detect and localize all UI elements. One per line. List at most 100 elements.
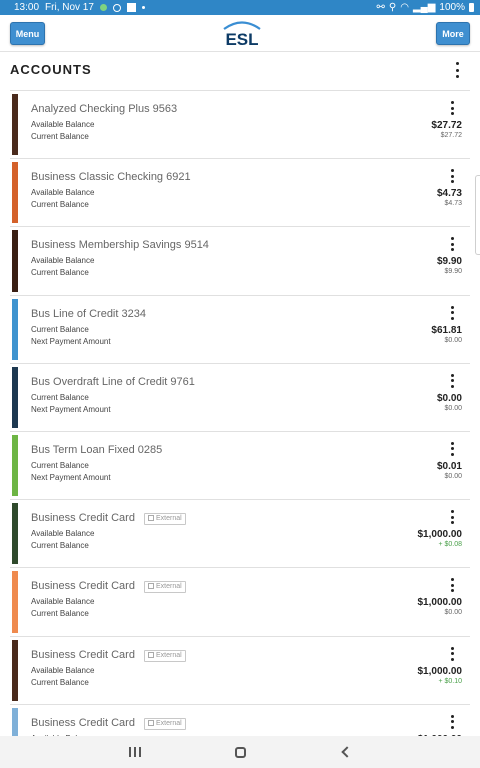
balance-label-primary: Current Balance	[31, 392, 89, 402]
more-notifications-icon	[141, 6, 145, 9]
account-color-bar	[12, 230, 18, 292]
esl-logo: ESL	[223, 21, 261, 49]
external-badge-label: External	[156, 583, 182, 591]
balance-label-primary: Available Balance	[31, 665, 95, 675]
account-row[interactable]: Business Credit Card External Available …	[10, 637, 470, 705]
account-options-icon[interactable]	[447, 441, 457, 456]
balance-value-secondary: $0.00	[444, 336, 462, 344]
account-color-bar	[12, 162, 18, 224]
info-icon	[112, 3, 121, 12]
battery-icon	[469, 3, 474, 12]
app-header: Menu ESL More	[0, 15, 480, 52]
external-link-icon	[148, 515, 154, 522]
balance-label-secondary: Next Payment Amount	[31, 472, 111, 482]
external-badge: External	[144, 513, 186, 526]
account-options-icon[interactable]	[447, 305, 457, 320]
account-color-bar	[12, 503, 18, 565]
balance-value-primary: $27.72	[431, 120, 462, 131]
more-button[interactable]: More	[436, 22, 470, 45]
account-options-icon[interactable]	[447, 510, 457, 525]
account-name: Bus Term Loan Fixed 0285	[31, 443, 163, 456]
account-options-icon[interactable]	[447, 578, 457, 593]
balance-label-primary: Current Balance	[31, 460, 89, 470]
account-name: Business Credit Card	[31, 512, 135, 525]
balance-value-primary: $61.81	[431, 324, 462, 336]
balance-value-secondary: $27.72	[440, 132, 462, 139]
wifi-icon: ◠	[400, 2, 409, 13]
menu-button[interactable]: Menu	[10, 22, 45, 45]
balance-label-secondary: Current Balance	[31, 268, 89, 278]
balance-value-secondary: + $0.08	[438, 541, 462, 549]
balance-value-secondary: + $0.10	[438, 677, 462, 685]
account-row[interactable]: Business Credit Card External Available …	[10, 568, 470, 637]
recents-icon[interactable]	[125, 744, 145, 760]
balance-value-primary: $1,000.00	[417, 597, 463, 609]
account-name: Business Credit Card	[31, 648, 135, 661]
account-name: Bus Overdraft Line of Credit 9761	[31, 375, 195, 388]
edge-panel-handle[interactable]	[475, 175, 480, 255]
balance-value-primary: $1,000.00	[417, 665, 463, 677]
account-name: Business Credit Card	[31, 716, 135, 729]
account-name: Bus Line of Credit 3234	[31, 307, 146, 320]
balance-value-secondary: $0.00	[444, 472, 462, 480]
status-bar: 13:00 Fri, Nov 17 ⚯ ⚲ ◠ ▂▄▆ 100%	[0, 0, 480, 15]
account-options-icon[interactable]	[447, 714, 457, 729]
balance-value-primary: $4.73	[436, 188, 462, 200]
home-icon[interactable]	[230, 744, 250, 760]
account-options-icon[interactable]	[447, 101, 457, 115]
account-color-bar	[12, 298, 18, 360]
page-title: ACCOUNTS	[10, 62, 92, 77]
external-badge-label: External	[156, 515, 182, 523]
balance-value-primary: $0.01	[436, 460, 462, 472]
account-row[interactable]: Bus Term Loan Fixed 0285 Current Balance…	[10, 432, 470, 501]
account-color-bar	[12, 434, 18, 497]
account-options-icon[interactable]	[447, 237, 457, 252]
account-name: Business Membership Savings 9514	[31, 239, 209, 252]
external-link-icon	[148, 719, 154, 726]
balance-label-primary: Available Balance	[31, 256, 95, 266]
balance-label-primary: Available Balance	[31, 529, 95, 539]
balance-value-secondary: $9.90	[444, 268, 462, 276]
account-options-icon[interactable]	[447, 373, 457, 388]
app-notification-icon	[126, 3, 136, 12]
account-row[interactable]: Business Classic Checking 6921 Available…	[10, 159, 470, 228]
account-name: Business Classic Checking 6921	[31, 171, 191, 184]
account-row[interactable]: Bus Line of Credit 3234 Current Balance …	[10, 296, 470, 364]
balance-label-primary: Available Balance	[31, 188, 95, 198]
balance-label-primary: Available Balance	[31, 120, 95, 129]
balance-label-secondary: Current Balance	[31, 541, 89, 551]
account-color-bar	[12, 366, 18, 428]
account-options-icon[interactable]	[447, 169, 457, 184]
status-time: 13:00	[14, 2, 40, 13]
external-badge: External	[144, 581, 186, 594]
link-icon: ⚯	[376, 2, 385, 13]
external-badge-label: External	[156, 719, 182, 727]
accounts-list: Analyzed Checking Plus 9563 Available Ba…	[10, 90, 470, 768]
status-date: Fri, Nov 17	[45, 2, 94, 13]
external-badge: External	[144, 717, 186, 730]
back-icon[interactable]	[335, 744, 355, 760]
account-options-icon[interactable]	[447, 646, 457, 661]
external-link-icon	[148, 651, 154, 658]
account-name: Business Credit Card	[31, 580, 135, 593]
account-color-bar	[12, 639, 18, 701]
accounts-options-icon[interactable]	[452, 62, 462, 78]
balance-label-secondary: Current Balance	[31, 609, 89, 619]
account-row[interactable]: Business Credit Card External Available …	[10, 500, 470, 569]
balance-value-secondary: $4.73	[444, 200, 462, 208]
balance-label-secondary: Current Balance	[31, 200, 89, 210]
balance-label-secondary: Current Balance	[31, 132, 89, 141]
external-link-icon	[148, 583, 154, 590]
battery-level: 100%	[439, 2, 465, 13]
account-name: Analyzed Checking Plus 9563	[31, 103, 178, 115]
account-row[interactable]: Bus Overdraft Line of Credit 9761 Curren…	[10, 364, 470, 432]
account-row[interactable]: Business Membership Savings 9514 Availab…	[10, 227, 470, 296]
account-row[interactable]: Analyzed Checking Plus 9563 Available Ba…	[10, 91, 470, 160]
balance-value-primary: $0.00	[436, 392, 462, 404]
balance-value-secondary: $0.00	[444, 609, 462, 617]
navigation-bar	[0, 736, 480, 768]
account-color-bar	[12, 94, 18, 156]
external-badge: External	[144, 649, 186, 662]
mute-icon: ⚲	[388, 2, 397, 13]
balance-label-primary: Available Balance	[31, 597, 95, 607]
